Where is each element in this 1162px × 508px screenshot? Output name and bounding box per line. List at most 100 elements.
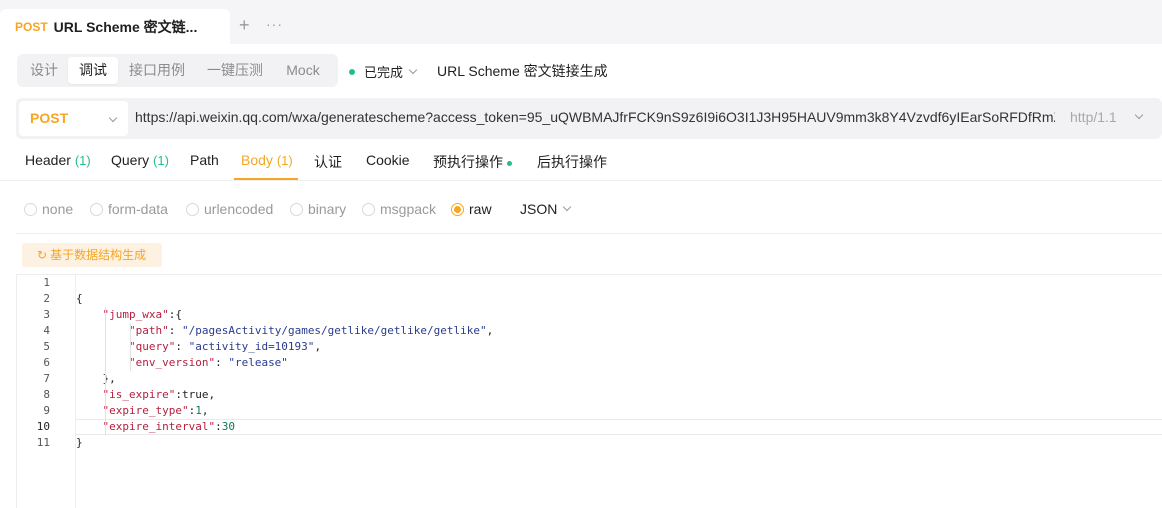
url-bar: POST https://api.weixin.qq.com/wxa/gener…: [16, 98, 1162, 139]
code-editor[interactable]: 1 2{3 "jump_wxa":{4 "path": "/pagesActivi…: [16, 274, 1162, 508]
format-select[interactable]: JSON: [520, 201, 572, 217]
radio-label: raw: [469, 201, 492, 217]
line-number: 10: [36, 420, 50, 433]
active-tab-underline: [234, 178, 298, 180]
line-number: 7: [43, 372, 50, 385]
code-text: {: [76, 292, 83, 305]
tab-label: 后执行操作: [537, 154, 607, 170]
code-text: "env_version": "release": [128, 356, 288, 369]
indent-guide: [105, 307, 106, 435]
radio-msgpack[interactable]: msgpack: [362, 201, 436, 217]
method-select[interactable]: POST: [19, 101, 128, 136]
code-text: "expire_type":1,: [102, 404, 209, 417]
tab-header[interactable]: Header (1): [25, 152, 91, 168]
radio-raw[interactable]: raw: [451, 201, 492, 217]
code-line[interactable]: 10 "expire_interval":30: [17, 419, 1162, 435]
request-tab[interactable]: POST URL Scheme 密文链...: [0, 9, 230, 44]
radio-urlencoded[interactable]: urlencoded: [186, 201, 273, 217]
code-line[interactable]: 11}: [17, 435, 1162, 451]
radio-label: urlencoded: [204, 201, 274, 217]
url-input[interactable]: https://api.weixin.qq.com/wxa/generatesc…: [135, 109, 1055, 125]
tab-label: 预执行操作: [433, 154, 503, 170]
radio-none[interactable]: none: [24, 201, 73, 217]
button-label: 基于数据结构生成: [50, 248, 147, 262]
line-number: 3: [43, 308, 50, 321]
code-line[interactable]: 4 "path": "/pagesActivity/games/getlike/…: [17, 323, 1162, 339]
radio-form-data[interactable]: form-data: [90, 201, 168, 217]
request-tabs: Header (1) Query (1) Path Body (1) 认证 Co…: [0, 143, 1162, 181]
code-text: "path": "/pagesActivity/games/getlike/ge…: [128, 324, 494, 337]
code-line[interactable]: 3 "jump_wxa":{: [17, 307, 1162, 323]
line-number: 8: [43, 388, 50, 401]
code-line[interactable]: 6 "env_version": "release": [17, 355, 1162, 371]
format-value: JSON: [520, 201, 558, 217]
tab-auth[interactable]: 认证: [314, 152, 342, 172]
radio-label: msgpack: [380, 201, 437, 217]
indicator-dot: [507, 160, 512, 166]
tab-count: (1): [153, 153, 169, 168]
tab-method-label: POST: [15, 19, 48, 34]
radio-label: form-data: [108, 201, 168, 217]
tab-label: Path: [190, 152, 219, 168]
code-line[interactable]: 1: [17, 275, 1162, 291]
generate-from-schema-button[interactable]: ↻ 基于数据结构生成: [22, 243, 163, 267]
tab-count: (1): [276, 153, 293, 168]
tab-label: Query: [111, 152, 150, 168]
radio-circle: [90, 202, 103, 216]
chevron-down-icon: [408, 65, 418, 74]
line-number: 1: [43, 276, 50, 289]
radio-label: none: [42, 201, 74, 217]
line-number: 6: [43, 356, 50, 369]
divider: [16, 233, 1162, 234]
tab-label: 认证: [314, 154, 342, 170]
mode-test-case[interactable]: 接口用例: [121, 57, 193, 84]
chevron-down-icon: [1134, 110, 1144, 120]
code-line[interactable]: 9 "expire_type":1,: [17, 403, 1162, 419]
code-text: "query": "activity_id=10193",: [128, 340, 322, 353]
code-line[interactable]: 7 },: [17, 371, 1162, 387]
code-line[interactable]: 5 "query": "activity_id=10193",: [17, 339, 1162, 355]
line-number: 11: [36, 436, 50, 449]
tab-label: Header: [25, 152, 71, 168]
mode-mock[interactable]: Mock: [276, 57, 330, 84]
chevron-down-icon: [563, 202, 572, 212]
radio-circle: [24, 202, 37, 216]
protocol-select[interactable]: http/1.1: [1070, 109, 1117, 125]
tab-path[interactable]: Path: [190, 152, 219, 168]
status-dot: [349, 68, 355, 75]
radio-binary[interactable]: binary: [290, 201, 346, 217]
status-dropdown[interactable]: 已完成: [349, 62, 418, 81]
tab-title: URL Scheme 密文链...: [53, 18, 198, 35]
radio-label: binary: [308, 201, 347, 217]
tab-count: (1): [74, 153, 91, 168]
line-number: 4: [43, 324, 50, 337]
line-number: 9: [43, 404, 50, 417]
code-text: "jump_wxa":{: [102, 308, 182, 321]
tab-label: Body: [241, 152, 273, 168]
mode-stress-test[interactable]: 一键压测: [198, 57, 272, 84]
tab-pre-script[interactable]: 预执行操作: [433, 152, 512, 172]
body-type-group: none form-data urlencoded binary msgpack…: [0, 196, 1162, 224]
tab-body[interactable]: Body (1): [241, 152, 293, 168]
chevron-down-icon: [108, 113, 118, 123]
mode-design[interactable]: 设计: [20, 57, 68, 84]
tab-post-script[interactable]: 后执行操作: [537, 152, 607, 172]
code-text: "expire_interval":30: [102, 420, 235, 433]
tab-query[interactable]: Query (1): [111, 152, 169, 168]
line-number: 5: [43, 340, 50, 353]
tab-cookie[interactable]: Cookie: [366, 152, 410, 168]
radio-circle: [362, 202, 375, 216]
request-name[interactable]: URL Scheme 密文链接生成: [437, 61, 608, 81]
radio-circle: [186, 202, 199, 216]
code-line[interactable]: 2{: [17, 291, 1162, 307]
line-number: 2: [43, 292, 50, 305]
code-line[interactable]: 8 "is_expire":true,: [17, 387, 1162, 403]
code-text: }: [76, 436, 83, 449]
add-tab-icon[interactable]: +: [239, 15, 250, 35]
code-text: "is_expire":true,: [102, 388, 216, 401]
more-tabs-icon[interactable]: ···: [266, 14, 283, 34]
method-value: POST: [30, 110, 69, 126]
status-label: 已完成: [364, 65, 404, 80]
mode-debug[interactable]: 调试: [68, 57, 118, 84]
code-text: },: [76, 372, 116, 385]
